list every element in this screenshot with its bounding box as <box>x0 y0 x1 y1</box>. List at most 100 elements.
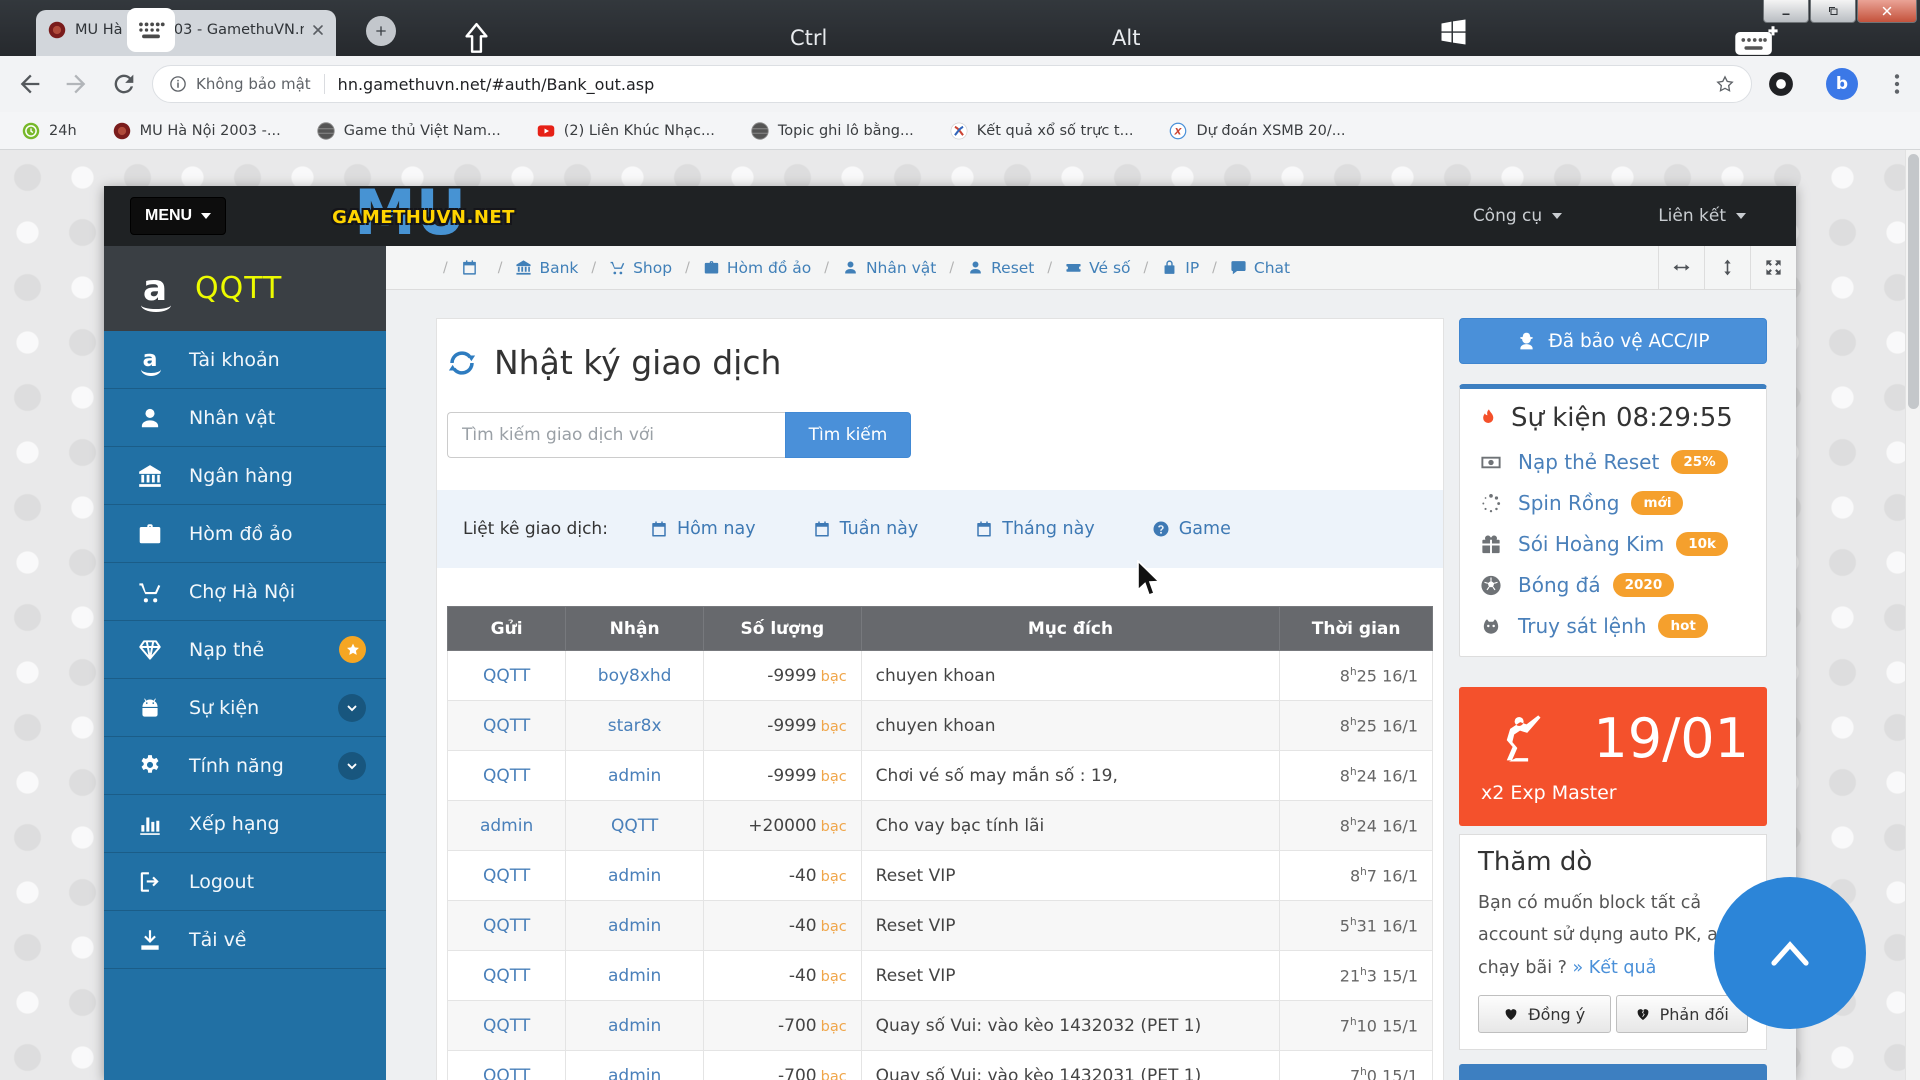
receiver-link[interactable]: admin <box>566 901 704 951</box>
chevron-toggle[interactable] <box>338 694 366 722</box>
browser-tab[interactable]: MU Hà Nội 2003 - GamethuVN.n <box>36 10 336 56</box>
search-input[interactable] <box>447 412 785 458</box>
event-label[interactable]: Nạp thẻ Reset <box>1518 450 1659 474</box>
sidebar-item[interactable]: Tải về <box>104 911 386 969</box>
ctrl-key-label[interactable]: Ctrl <box>790 26 827 50</box>
sender-link[interactable]: QQTT <box>448 851 566 901</box>
bookmark-item[interactable]: Topic ghi lô bằng... <box>751 122 914 140</box>
event-item[interactable]: Bóng đá 2020 <box>1478 573 1748 597</box>
close-button[interactable] <box>1857 0 1917 23</box>
filter-link[interactable]: Hôm nay <box>650 519 756 539</box>
minimize-button[interactable] <box>1763 0 1809 23</box>
reload-button[interactable] <box>110 70 138 98</box>
nav-dropdown-link[interactable]: Liên kết <box>1658 206 1746 226</box>
bookmark-star-icon[interactable] <box>1715 74 1735 94</box>
bookmark-item[interactable]: X Dự đoán XSMB 20/... <box>1169 122 1345 140</box>
receiver-link[interactable]: admin <box>566 1001 704 1051</box>
sidebar-item[interactable]: a Tài khoản <box>104 331 386 389</box>
breadcrumb-link[interactable]: / IP <box>1131 259 1200 277</box>
alt-key-label[interactable]: Alt <box>1112 26 1140 50</box>
agree-button[interactable]: Đồng ý <box>1478 995 1611 1033</box>
bookmark-item[interactable]: MU Hà Nội 2003 -... <box>113 122 281 140</box>
event-label[interactable]: Truy sát lệnh <box>1518 614 1646 638</box>
page-scrollbar[interactable] <box>1905 150 1920 1080</box>
sidebar-item[interactable]: Hòm đồ ảo <box>104 505 386 563</box>
tab-close-icon[interactable] <box>310 22 326 38</box>
filter-link[interactable]: Game <box>1152 519 1231 539</box>
profile-avatar[interactable]: b <box>1826 68 1858 100</box>
new-tab-button[interactable] <box>366 16 396 46</box>
bookmark-item[interactable]: Game thủ Việt Nam... <box>317 122 501 140</box>
receiver-link[interactable]: admin <box>566 751 704 801</box>
site-logo[interactable]: MU GAMETHUVN.NET <box>346 186 546 246</box>
receiver-link[interactable]: admin <box>566 851 704 901</box>
receiver-link[interactable]: admin <box>566 1051 704 1080</box>
sidebar-item[interactable]: Nhân vật <box>104 389 386 447</box>
scroll-to-top-button[interactable] <box>1714 877 1866 1029</box>
breadcrumb-link[interactable]: / Bank <box>485 259 579 277</box>
sender-link[interactable]: QQTT <box>448 1051 566 1080</box>
sidebar-item[interactable]: Nạp thẻ <box>104 621 386 679</box>
layout-tool-button[interactable] <box>1750 246 1796 289</box>
bookmark-item[interactable]: (2) Liên Khúc Nhạc... <box>537 122 715 140</box>
breadcrumb-link[interactable]: / <box>430 259 485 276</box>
sidebar-item[interactable]: Ngân hàng <box>104 447 386 505</box>
keyboard-overlay-icon[interactable] <box>127 8 175 52</box>
nav-dropdown-link[interactable]: Công cụ <box>1473 206 1562 226</box>
event-item[interactable]: Nạp thẻ Reset 25% <box>1478 450 1748 474</box>
receiver-link[interactable]: boy8xhd <box>566 651 704 701</box>
event-item[interactable]: Truy sát lệnh hot <box>1478 614 1748 638</box>
event-label[interactable]: Bóng đá <box>1518 573 1601 597</box>
receiver-link[interactable]: QQTT <box>566 801 704 851</box>
browser-menu-icon[interactable] <box>1884 71 1910 97</box>
sidebar-item[interactable]: Sự kiện <box>104 679 386 737</box>
sender-link[interactable]: QQTT <box>448 651 566 701</box>
poll-result-link[interactable]: » Kết quả <box>1572 958 1656 978</box>
sidebar-item[interactable]: Tính năng <box>104 737 386 795</box>
filter-link[interactable]: Tháng này <box>975 519 1094 539</box>
event-label[interactable]: Spin Rồng <box>1518 491 1619 515</box>
address-bar[interactable]: Không bảo mật hn.gamethuvn.net/#auth/Ban… <box>152 65 1752 103</box>
sidebar-account-header[interactable]: a QQTT <box>104 246 386 331</box>
sender-link[interactable]: QQTT <box>448 951 566 1001</box>
sidebar-item[interactable]: Xếp hạng <box>104 795 386 853</box>
sidebar-item[interactable]: Chợ Hà Nội <box>104 563 386 621</box>
sender-link[interactable]: QQTT <box>448 701 566 751</box>
menu-button[interactable]: MENU <box>130 197 226 235</box>
layout-tool-button[interactable] <box>1658 246 1704 289</box>
event-date-banner[interactable]: 19/01 x2 Exp Master <box>1459 687 1767 826</box>
receiver-link[interactable]: admin <box>566 951 704 1001</box>
back-button[interactable] <box>16 70 44 98</box>
search-button[interactable]: Tìm kiếm <box>785 412 911 458</box>
refresh-icon[interactable] <box>447 348 477 378</box>
layout-tool-button[interactable] <box>1704 246 1750 289</box>
forward-button[interactable] <box>62 70 90 98</box>
breadcrumb-link[interactable]: / Chat <box>1199 259 1290 277</box>
receiver-link[interactable]: star8x <box>566 701 704 751</box>
arrow-up-outline-icon[interactable] <box>463 22 490 55</box>
sidebar-item[interactable]: Logout <box>104 853 386 911</box>
url-text[interactable]: hn.gamethuvn.net/#auth/Bank_out.asp <box>338 75 655 94</box>
chevron-toggle[interactable] <box>338 752 366 780</box>
breadcrumb-link[interactable]: / Vé số <box>1034 259 1130 277</box>
scrollbar-thumb[interactable] <box>1908 154 1919 409</box>
info-icon[interactable] <box>169 75 187 93</box>
sender-link[interactable]: admin <box>448 801 566 851</box>
sender-link[interactable]: QQTT <box>448 901 566 951</box>
breadcrumb-link[interactable]: / Shop <box>578 259 672 277</box>
event-label[interactable]: Sói Hoàng Kim <box>1518 532 1664 556</box>
keyboard-plus-icon[interactable] <box>1732 24 1782 56</box>
extension-icon[interactable] <box>1768 71 1794 97</box>
sender-link[interactable]: QQTT <box>448 751 566 801</box>
breadcrumb-link[interactable]: / Nhân vật <box>811 259 936 277</box>
filter-link[interactable]: Tuần này <box>813 519 919 539</box>
sender-link[interactable]: QQTT <box>448 1001 566 1051</box>
event-item[interactable]: Sói Hoàng Kim 10k <box>1478 532 1748 556</box>
bookmark-item[interactable]: Kết quả xổ số trực t... <box>950 122 1134 140</box>
windows-logo-icon[interactable] <box>1437 16 1470 48</box>
breadcrumb-link[interactable]: / Hòm đồ ảo <box>672 259 811 277</box>
acc-ip-protected-button[interactable]: Đã bảo vệ ACC/IP <box>1459 318 1767 364</box>
event-item[interactable]: Spin Rồng mới <box>1478 491 1748 515</box>
maximize-button[interactable] <box>1810 0 1856 23</box>
bookmark-item[interactable]: 24h <box>22 122 77 140</box>
